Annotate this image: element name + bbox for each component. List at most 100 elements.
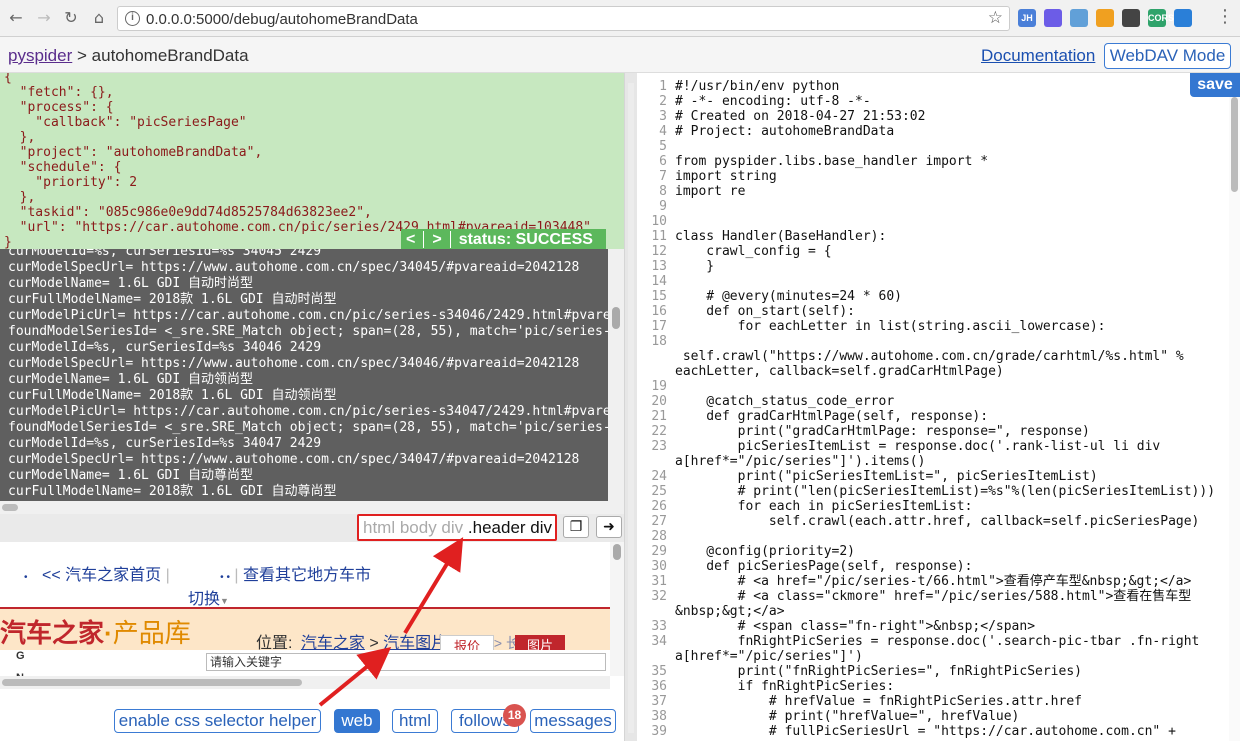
- code-text[interactable]: self.crawl("https://www.autohome.com.cn/…: [675, 349, 1184, 364]
- copy-icon[interactable]: ❐: [563, 516, 589, 538]
- code-line[interactable]: 27 self.crawl(each.attr.href, callback=s…: [637, 514, 1240, 529]
- code-text[interactable]: # print("hrefValue=", hrefValue): [675, 709, 1019, 724]
- code-line[interactable]: 30 def picSeriesPage(self, response):: [637, 559, 1240, 574]
- cors-icon[interactable]: CORS: [1148, 9, 1174, 27]
- code-text[interactable]: # <span class="fn-right">&nbsp;</span>: [675, 619, 1035, 634]
- code-line[interactable]: 6 from pyspider.libs.base_handler import …: [637, 154, 1240, 169]
- code-line[interactable]: 25 # print("len(picSeriesItemList)=%s"%(…: [637, 484, 1240, 499]
- code-line[interactable]: 36 if fnRightPicSeries:: [637, 679, 1240, 694]
- reload-icon[interactable]: ↻: [61, 8, 81, 28]
- log-scrollbar[interactable]: [608, 249, 624, 501]
- code-line[interactable]: self.crawl("https://www.autohome.com.cn/…: [637, 349, 1240, 364]
- code-line[interactable]: 17 for eachLetter in list(string.ascii_l…: [637, 319, 1240, 334]
- code-line[interactable]: 26 for each in picSeriesItemList:: [637, 499, 1240, 514]
- back-icon[interactable]: ←: [6, 8, 26, 28]
- code-line[interactable]: 32 # <a class="ckmore" href="/pic/series…: [637, 589, 1240, 604]
- link-extension-icon[interactable]: [1174, 9, 1192, 27]
- home-icon[interactable]: ⌂: [89, 8, 109, 28]
- documentation-link[interactable]: Documentation: [981, 46, 1095, 66]
- tab-web[interactable]: web: [334, 709, 380, 733]
- info-icon[interactable]: i: [125, 11, 140, 26]
- code-text[interactable]: @config(priority=2): [675, 544, 855, 559]
- code-text[interactable]: from pyspider.libs.base_handler import *: [675, 154, 988, 169]
- forward-icon[interactable]: →: [34, 8, 54, 28]
- code-text[interactable]: fnRightPicSeries = response.doc('.search…: [675, 634, 1200, 649]
- code-line[interactable]: 38 # print("hrefValue=", hrefValue): [637, 709, 1240, 724]
- scroll-thumb[interactable]: [2, 504, 18, 511]
- code-text[interactable]: import string: [675, 169, 777, 184]
- code-text[interactable]: # Project: autohomeBrandData: [675, 124, 894, 139]
- editor-scrollbar[interactable]: [1229, 97, 1240, 741]
- code-text[interactable]: self.crawl(each.attr.href, callback=self…: [675, 514, 1199, 529]
- code-text[interactable]: # fullPicSeriesUrl = "https://car.autoho…: [675, 724, 1176, 739]
- code-text[interactable]: &nbsp;&gt;</a>: [675, 604, 785, 619]
- pyspider-home-link[interactable]: pyspider: [8, 46, 72, 65]
- code-text[interactable]: }: [675, 259, 714, 274]
- address-bar[interactable]: i 0.0.0.0:5000/debug/autohomeBrandData ☆: [117, 6, 1010, 31]
- code-line[interactable]: 20 @catch_status_code_error: [637, 394, 1240, 409]
- code-line[interactable]: 2 # -*- encoding: utf-8 -*-: [637, 94, 1240, 109]
- jh-extension-icon[interactable]: JH: [1018, 9, 1036, 27]
- code-line[interactable]: 34 fnRightPicSeries = response.doc('.sea…: [637, 634, 1240, 649]
- prev-task-button[interactable]: <: [406, 231, 415, 248]
- webdav-mode-button[interactable]: WebDAV Mode: [1104, 43, 1231, 69]
- code-line[interactable]: 5: [637, 139, 1240, 154]
- code-editor[interactable]: 1 #!/usr/bin/env python 2 # -*- encoding: u…: [637, 73, 1240, 741]
- save-button[interactable]: save: [1190, 73, 1240, 97]
- code-line[interactable]: 9: [637, 199, 1240, 214]
- code-text[interactable]: print("fnRightPicSeries=", fnRightPicSer…: [675, 664, 1082, 679]
- bookmark-star-icon[interactable]: ☆: [988, 8, 1003, 28]
- code-text[interactable]: # hrefValue = fnRightPicSeries.attr.href: [675, 694, 1082, 709]
- code-line[interactable]: 19: [637, 379, 1240, 394]
- code-line[interactable]: 15 # @every(minutes=24 * 60): [637, 289, 1240, 304]
- code-line[interactable]: 23 picSeriesItemList = response.doc('.ra…: [637, 439, 1240, 454]
- autohome-logo[interactable]: 汽车之家·产品库: [0, 613, 191, 650]
- wappalyzer-icon[interactable]: [1044, 9, 1062, 27]
- code-line[interactable]: a[href*="/pic/series"]').items(): [637, 454, 1240, 469]
- side-letter-g[interactable]: G: [16, 650, 25, 662]
- price-button[interactable]: 报价: [440, 635, 494, 654]
- code-line[interactable]: 1 #!/usr/bin/env python: [637, 79, 1240, 94]
- code-text[interactable]: if fnRightPicSeries:: [675, 679, 895, 694]
- switch-link[interactable]: 切换: [188, 591, 220, 608]
- code-line[interactable]: 7 import string: [637, 169, 1240, 184]
- selector-path-current[interactable]: .header div: [468, 518, 552, 537]
- code-text[interactable]: # <a class="ckmore" href="/pic/series/58…: [675, 589, 1192, 604]
- tab-messages[interactable]: messages: [530, 709, 616, 733]
- code-text[interactable]: # -*- encoding: utf-8 -*-: [675, 94, 871, 109]
- css-selector-helper-button[interactable]: enable css selector helper: [114, 709, 321, 733]
- code-text[interactable]: eachLetter, callback=self.gradCarHtmlPag…: [675, 364, 1004, 379]
- pic-button[interactable]: 图片: [515, 635, 565, 653]
- grid-extension-icon[interactable]: [1096, 9, 1114, 27]
- next-task-button[interactable]: >: [432, 231, 441, 248]
- code-line[interactable]: 10: [637, 214, 1240, 229]
- code-text[interactable]: # @every(minutes=24 * 60): [675, 289, 902, 304]
- code-line[interactable]: 8 import re: [637, 184, 1240, 199]
- code-text[interactable]: # Created on 2018-04-27 21:53:02: [675, 109, 925, 124]
- code-line[interactable]: &nbsp;&gt;</a>: [637, 604, 1240, 619]
- web-scrollbar[interactable]: [610, 542, 624, 676]
- selector-path-parents[interactable]: html body div: [363, 518, 463, 537]
- code-text[interactable]: def on_start(self):: [675, 304, 855, 319]
- code-text[interactable]: import re: [675, 184, 745, 199]
- scroll-thumb[interactable]: [612, 307, 620, 329]
- code-text[interactable]: # <a href="/pic/series-t/66.html">查看停产车型…: [675, 574, 1192, 589]
- code-line[interactable]: 37 # hrefValue = fnRightPicSeries.attr.h…: [637, 694, 1240, 709]
- code-line[interactable]: 29 @config(priority=2): [637, 544, 1240, 559]
- code-text[interactable]: crawl_config = {: [675, 244, 831, 259]
- arrow-right-icon[interactable]: ➜: [596, 516, 622, 538]
- code-line[interactable]: eachLetter, callback=self.gradCarHtmlPag…: [637, 364, 1240, 379]
- code-line[interactable]: 31 # <a href="/pic/series-t/66.html">查看停…: [637, 574, 1240, 589]
- menu-icon[interactable]: ⋮: [1215, 8, 1235, 28]
- code-text[interactable]: @catch_status_code_error: [675, 394, 894, 409]
- code-line[interactable]: 11 class Handler(BaseHandler):: [637, 229, 1240, 244]
- react-devtools-icon[interactable]: [1070, 9, 1088, 27]
- code-line[interactable]: 16 def on_start(self):: [637, 304, 1240, 319]
- pane-divider[interactable]: [624, 73, 637, 741]
- tab-html[interactable]: html: [392, 709, 438, 733]
- code-line[interactable]: 13 }: [637, 259, 1240, 274]
- other-cities-link[interactable]: 查看其它地方车市: [243, 567, 371, 584]
- code-text[interactable]: for each in picSeriesItemList:: [675, 499, 973, 514]
- code-line[interactable]: 12 crawl_config = {: [637, 244, 1240, 259]
- code-line[interactable]: 21 def gradCarHtmlPage(self, response):: [637, 409, 1240, 424]
